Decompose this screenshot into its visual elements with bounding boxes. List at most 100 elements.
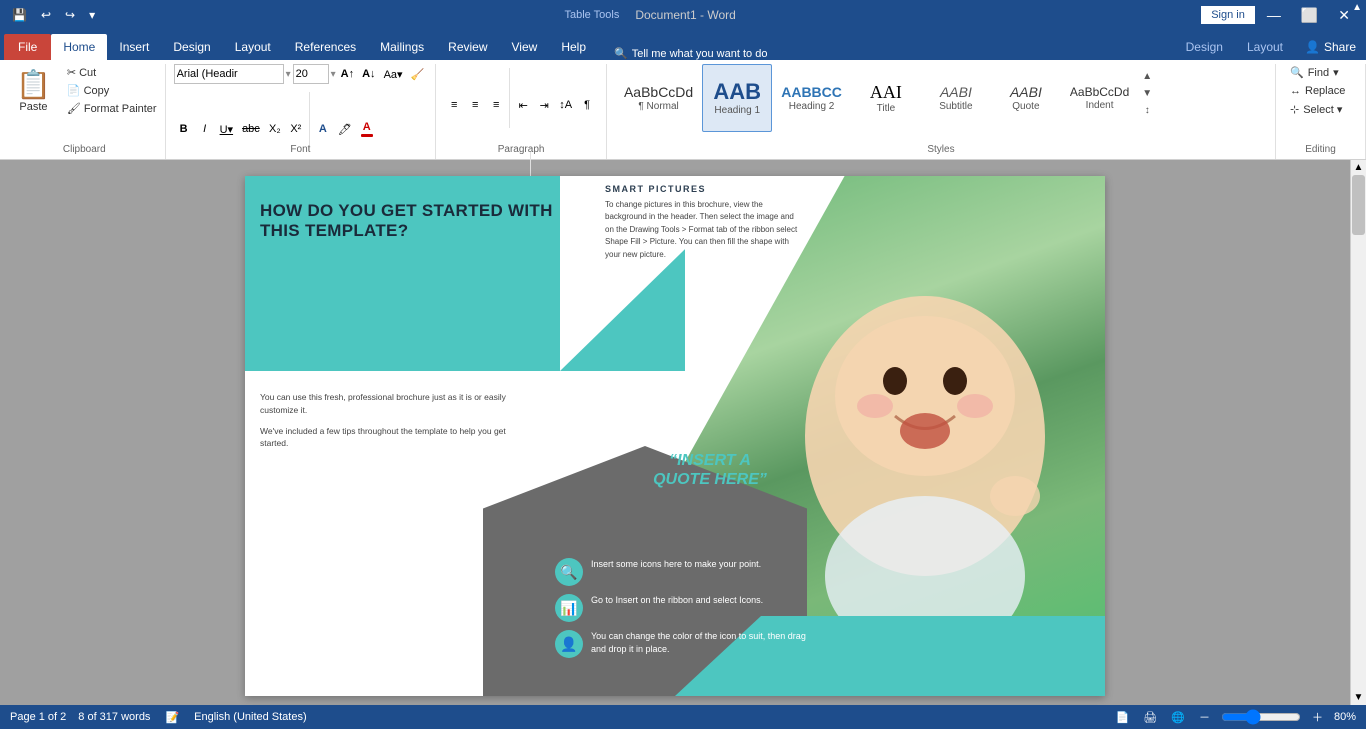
grow-font-button[interactable]: A↑: [338, 64, 357, 84]
style-heading1[interactable]: AAB Heading 1: [702, 64, 772, 132]
quick-access-toolbar: 💾 ↩ ↪ ▾: [8, 6, 99, 24]
shrink-font-button[interactable]: A↓: [359, 64, 378, 84]
tab-references[interactable]: References: [283, 34, 368, 60]
paragraph-label: Paragraph: [436, 144, 606, 155]
minimize-button[interactable]: —: [1259, 5, 1289, 25]
text-effect-button[interactable]: A: [313, 119, 333, 139]
tell-me-box[interactable]: Tell me what you want to do: [632, 48, 768, 60]
save-button[interactable]: 💾: [8, 6, 31, 24]
text-highlight-button[interactable]: 🖊: [334, 119, 356, 139]
sign-in-button[interactable]: Sign in: [1201, 6, 1255, 24]
replace-button[interactable]: ↔ Replace: [1284, 83, 1351, 99]
font-size-input[interactable]: [293, 64, 329, 84]
style-heading1-label: Heading 1: [714, 105, 760, 116]
status-bar: Page 1 of 2 8 of 317 words 📝 English (Un…: [0, 705, 1366, 729]
quote-text: “INSERT A QUOTE HERE”: [600, 451, 820, 489]
tab-help[interactable]: Help: [549, 34, 598, 60]
scissors-icon: ✂: [67, 66, 76, 79]
font-color-button[interactable]: A: [357, 119, 377, 139]
tab-file[interactable]: File: [4, 34, 51, 60]
replace-icon: ↔: [1290, 85, 1301, 97]
styles-scroll-down[interactable]: ▼: [1140, 86, 1154, 101]
multilevel-button[interactable]: ≡: [486, 95, 506, 115]
select-button[interactable]: ⊹ Select ▾: [1284, 101, 1348, 118]
scroll-down-button[interactable]: ▼: [1351, 690, 1366, 705]
numbering-button[interactable]: ≡: [465, 95, 485, 115]
paragraph-group: ≡ ≡ ≡ ⇤ ⇥ ↕A ¶ ≡ ≡ ≡ ≡ ↕ 🎨 □ Paragraph: [436, 64, 607, 159]
font-group: ▾ ▾ A↑ A↓ Aa▾ 🧹 B I U▾ abc X₂ X² A 🖊 A: [166, 64, 437, 159]
strikethrough-button[interactable]: abc: [238, 119, 264, 139]
tab-design-contextual[interactable]: Design: [1174, 34, 1235, 60]
style-heading2-preview: AABBCC: [781, 85, 842, 99]
web-view-button[interactable]: 🌐: [1168, 710, 1188, 725]
tab-view[interactable]: View: [500, 34, 550, 60]
change-case-button[interactable]: Aa▾: [381, 64, 406, 84]
smart-pictures-title: SMART PICTURES: [605, 184, 800, 194]
style-quote[interactable]: AABI Quote: [991, 64, 1061, 132]
style-normal[interactable]: AaBbCcDd ¶ Normal: [615, 64, 702, 132]
tab-design[interactable]: Design: [161, 34, 222, 60]
style-normal-preview: AaBbCcDd: [624, 85, 693, 99]
undo-button[interactable]: ↩: [37, 6, 55, 24]
underline-button[interactable]: U▾: [216, 119, 237, 139]
format-painter-button[interactable]: 🖌 Format Painter: [63, 100, 161, 117]
style-indent-preview: AaBbCcDd: [1070, 86, 1129, 98]
subscript-button[interactable]: X₂: [265, 119, 285, 139]
table-tools-label: Table Tools: [564, 9, 619, 21]
sort-button[interactable]: ↕A: [555, 95, 576, 115]
print-view-button[interactable]: 🖨: [1140, 710, 1160, 725]
tab-layout[interactable]: Layout: [223, 34, 283, 60]
copy-button[interactable]: 📄 Copy: [63, 82, 161, 99]
decrease-indent-button[interactable]: ⇤: [513, 95, 533, 115]
document-area: ⊕: [0, 160, 1366, 705]
scroll-thumb[interactable]: [1352, 175, 1365, 235]
icon-text-2: Go to Insert on the ribbon and select Ic…: [591, 594, 763, 607]
zoom-level: 80%: [1334, 711, 1356, 723]
tab-layout-contextual[interactable]: Layout: [1235, 34, 1295, 60]
zoom-out-button[interactable]: －: [1196, 708, 1213, 726]
style-subtitle[interactable]: AABI Subtitle: [921, 64, 991, 132]
italic-button[interactable]: I: [195, 119, 215, 139]
scroll-up-button[interactable]: ▲: [1351, 160, 1366, 175]
styles-expand[interactable]: ↕: [1140, 103, 1154, 118]
styles-scroll-up[interactable]: ▲: [1140, 69, 1154, 84]
format-painter-icon: 🖌: [67, 102, 81, 115]
show-formatting-button[interactable]: ¶: [577, 95, 597, 115]
ribbon-tab-bar: File Home Insert Design Layout Reference…: [0, 30, 1366, 60]
vertical-scrollbar[interactable]: ▲ ▼: [1350, 160, 1366, 705]
read-view-button[interactable]: 📄: [1113, 710, 1133, 725]
body-text-container: You can use this fresh, professional bro…: [260, 391, 535, 450]
share-button[interactable]: 👤Share: [1295, 34, 1366, 60]
main-heading-container: HOW DO YOU GET STARTED WITH THIS TEMPLAT…: [260, 201, 555, 240]
tab-home[interactable]: Home: [51, 34, 107, 60]
tab-mailings[interactable]: Mailings: [368, 34, 436, 60]
style-heading2[interactable]: AABBCC Heading 2: [772, 64, 851, 132]
bold-button[interactable]: B: [174, 119, 194, 139]
styles-group: AaBbCcDd ¶ Normal AAB Heading 1 AABBCC H…: [607, 64, 1276, 159]
tab-insert[interactable]: Insert: [107, 34, 161, 60]
icon-text-3: You can change the color of the icon to …: [591, 630, 815, 655]
scroll-track[interactable]: [1351, 175, 1366, 690]
clear-formatting-button[interactable]: 🧹: [408, 64, 428, 84]
font-name-input[interactable]: [174, 64, 284, 84]
smart-pictures-body: To change pictures in this brochure, vie…: [605, 199, 800, 261]
zoom-slider[interactable]: [1221, 709, 1301, 725]
ribbon-collapse-button[interactable]: ▲: [1348, 0, 1366, 15]
cut-button[interactable]: ✂ Cut: [63, 64, 161, 81]
document-scroll[interactable]: ⊕: [0, 160, 1350, 705]
bullets-button[interactable]: ≡: [444, 95, 464, 115]
style-title[interactable]: AAI Title: [851, 64, 921, 132]
increase-indent-button[interactable]: ⇥: [534, 95, 554, 115]
tab-review[interactable]: Review: [436, 34, 499, 60]
find-button[interactable]: 🔍 Find ▾: [1284, 64, 1345, 81]
zoom-in-button[interactable]: ＋: [1309, 708, 1326, 726]
proofing-button[interactable]: 📝: [162, 710, 182, 725]
body-text-2: We've included a few tips throughout the…: [260, 425, 535, 451]
chart-icon-circle: 📊: [555, 594, 583, 622]
restore-button[interactable]: ⬜: [1293, 5, 1326, 26]
redo-button[interactable]: ↪: [61, 6, 79, 24]
customize-qat-button[interactable]: ▾: [85, 6, 99, 24]
style-indent[interactable]: AaBbCcDd Indent: [1061, 64, 1138, 132]
paste-button[interactable]: 📋 Paste: [8, 64, 59, 117]
superscript-button[interactable]: X²: [286, 119, 306, 139]
